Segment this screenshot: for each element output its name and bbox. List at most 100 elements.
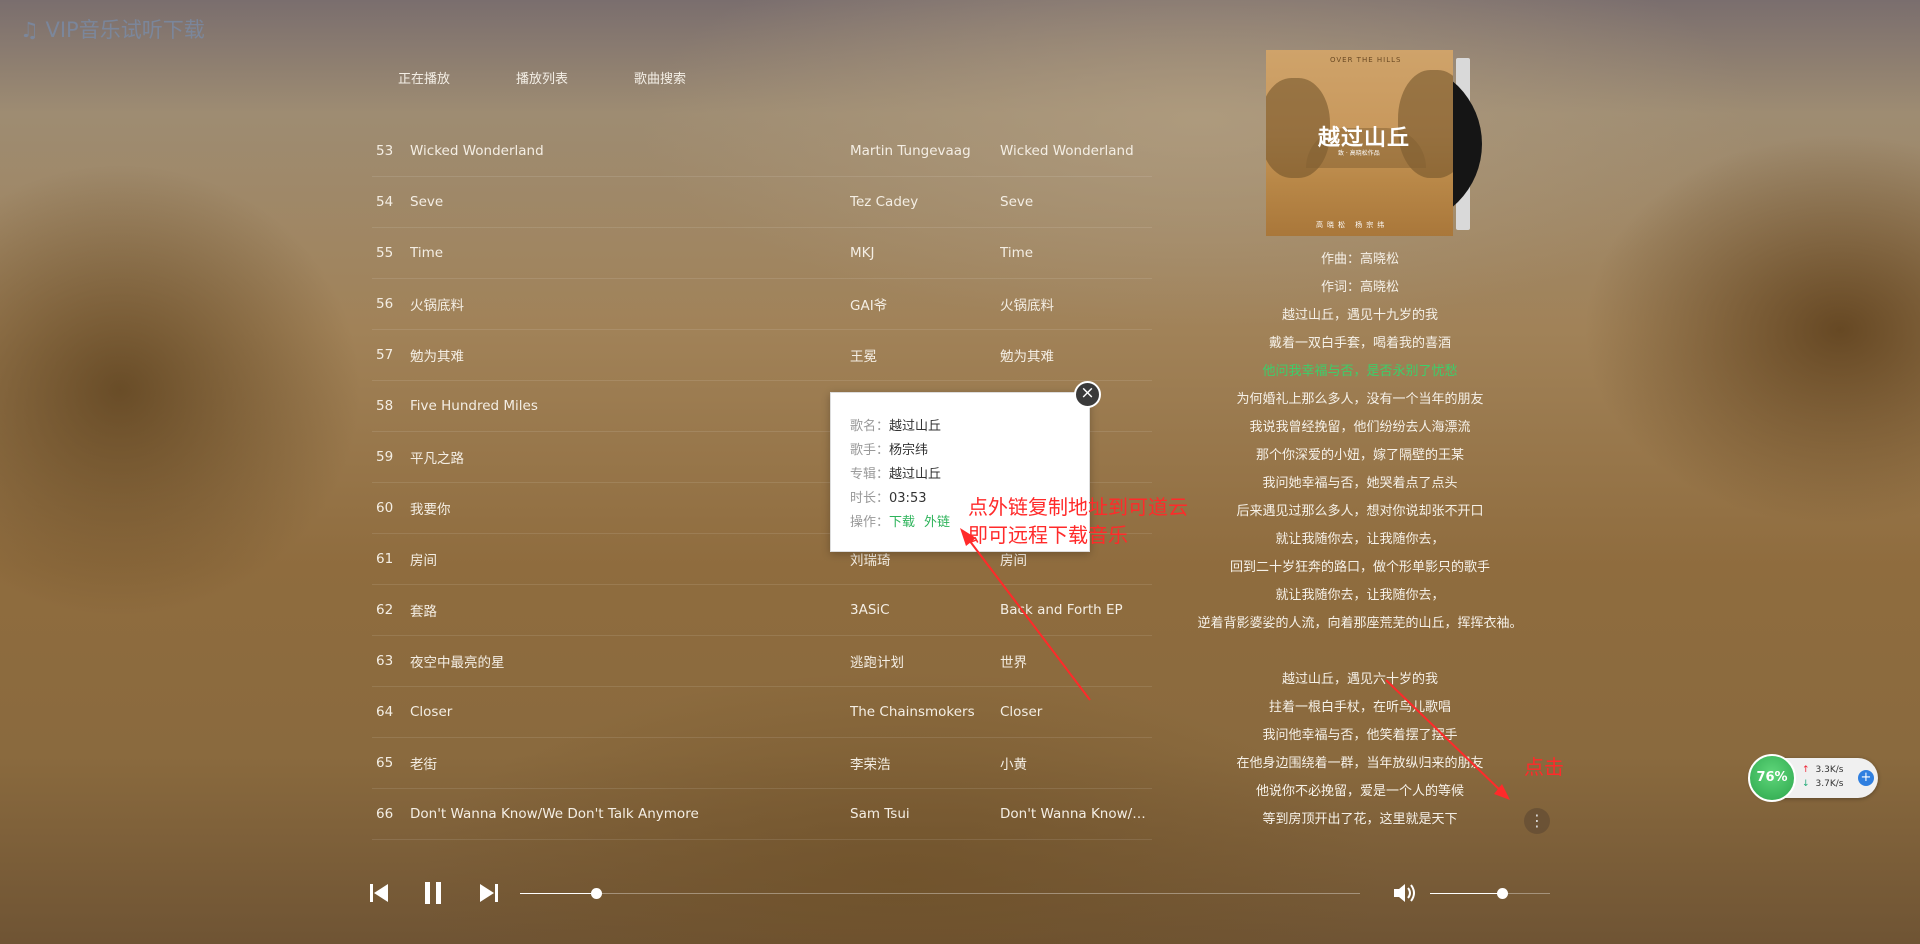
song-album: 世界: [1000, 655, 1027, 671]
song-row[interactable]: 63 夜空中最亮的星 逃跑计划 世界: [372, 636, 1152, 687]
progress-knob[interactable]: [590, 888, 602, 899]
song-artist: GAI爷: [850, 298, 888, 314]
song-number: 61: [376, 551, 394, 567]
song-row[interactable]: 57 勉为其难 王冕 勉为其难: [372, 330, 1152, 381]
volume-knob[interactable]: [1497, 888, 1508, 899]
song-artist: 3ASiC: [850, 602, 890, 618]
song-name: Wicked Wonderland: [410, 143, 544, 159]
artist-value: 杨宗纬: [889, 443, 929, 458]
upload-arrow-icon: ↑: [1802, 765, 1810, 775]
lyric-line: 他说你不必挽留，爱是一个人的等候: [1255, 784, 1464, 799]
song-row[interactable]: 66 Don't Wanna Know/We Don't Talk Anymore…: [372, 789, 1152, 840]
song-name: 勉为其难: [410, 349, 464, 365]
song-row[interactable]: 56 火锅底料 GAI爷 火锅底料: [372, 279, 1152, 330]
song-name: Time: [410, 245, 444, 261]
operations-label: 操作：: [850, 515, 890, 530]
song-row[interactable]: 64 Closer The Chainsmokers Closer: [372, 687, 1152, 738]
popup-close-button[interactable]: ×: [1074, 381, 1101, 408]
song-number: 55: [376, 245, 394, 261]
lyric-line: 就让我随你去，让我随你去，: [1275, 532, 1445, 547]
progress-bar[interactable]: [520, 888, 1360, 899]
lyric-line: 我说我曾经挽留，他们纷纷去人海漂流: [1249, 420, 1471, 435]
song-album: Time: [1000, 245, 1034, 261]
song-row[interactable]: 62 套路 3ASiC Back and Forth EP: [372, 585, 1152, 636]
duration-label: 时长：: [850, 491, 890, 506]
external-link[interactable]: 外链: [924, 515, 950, 530]
download-arrow-icon: ↓: [1802, 779, 1810, 789]
upload-speed: ↑ 3.3K/s: [1802, 765, 1843, 775]
pause-icon[interactable]: [422, 880, 444, 906]
download-link[interactable]: 下载: [889, 515, 915, 530]
volume-fill: [1430, 893, 1502, 894]
song-number: 62: [376, 602, 394, 618]
song-number: 57: [376, 347, 394, 363]
song-number: 64: [376, 704, 394, 720]
song-row[interactable]: 65 老街 李荣浩 小黄: [372, 738, 1152, 789]
lyric-line-active: 他问我幸福与否，是否永别了忧愁: [1262, 364, 1458, 379]
song-album: Seve: [1000, 194, 1034, 210]
tab-now-playing[interactable]: 正在播放: [398, 68, 450, 87]
speed-percent: 76%: [1748, 754, 1796, 802]
annotation-link-hint-2: 即可远程下载音乐: [968, 523, 1128, 547]
annotation-click-hint: 点击: [1524, 755, 1564, 779]
song-album: Closer: [1000, 704, 1043, 720]
progress-fill: [520, 893, 596, 894]
song-name: 套路: [410, 604, 437, 620]
popup-artist-line: 歌手：杨宗纬: [850, 439, 1089, 463]
song-row[interactable]: 55 Time MKJ Time: [372, 228, 1152, 279]
lyric-line: 作曲：高晓松: [1320, 252, 1399, 267]
song-name: 房间: [410, 553, 437, 569]
song-album: 房间: [1000, 553, 1027, 569]
song-row[interactable]: 54 Seve Tez Cadey Seve: [372, 177, 1152, 228]
song-number: 66: [376, 806, 394, 822]
album-value: 越过山丘: [889, 467, 942, 482]
lyric-line: 逆着背影婆娑的人流，向着那座荒芜的山丘，挥挥衣袖。: [1197, 616, 1523, 631]
cover-subtitle: 致 · 高晓松作品: [1338, 150, 1380, 157]
volume-slider[interactable]: [1430, 888, 1550, 899]
lyric-line: 那个你深爱的小妞，嫁了隔壁的王某: [1255, 448, 1464, 463]
lyric-line: 就让我随你去，让我随你去，: [1275, 588, 1445, 603]
more-options-button[interactable]: ⋮: [1524, 808, 1550, 834]
song-row[interactable]: 53 Wicked Wonderland Martin Tungevaag Wicke…: [372, 126, 1152, 177]
lyric-line: 在他身边围绕着一群，当年放纵归来的朋友: [1236, 756, 1484, 771]
song-album: Back and Forth EP: [1000, 602, 1123, 618]
song-number: 65: [376, 755, 394, 771]
volume-icon[interactable]: [1392, 882, 1418, 904]
album-cover: OVER THE HILLS 越过山丘 致 · 高晓松作品 高晓松 杨宗纬: [1266, 50, 1453, 236]
lyric-line: [1138, 638, 1582, 666]
song-artist: MKJ: [850, 245, 875, 261]
song-album: 小黄: [1000, 757, 1027, 773]
song-name: 平凡之路: [410, 451, 464, 467]
annotation-link-hint-1: 点外链复制地址到可道云: [968, 495, 1188, 519]
lyric-line: 我问她幸福与否，她哭着点了点头: [1262, 476, 1458, 491]
song-album: Don't Wanna Know/W...: [1000, 806, 1152, 822]
song-name: 我要你: [410, 502, 451, 518]
network-speed-widget[interactable]: 76% ↑ 3.3K/s ↓ 3.7K/s +: [1748, 754, 1878, 802]
song-number: 59: [376, 449, 394, 465]
previous-track-icon[interactable]: [368, 882, 390, 904]
song-number: 58: [376, 398, 394, 414]
tab-playlist[interactable]: 播放列表: [516, 68, 568, 87]
next-track-icon[interactable]: [478, 882, 500, 904]
popup-album-line: 专辑：越过山丘: [850, 463, 1089, 487]
upload-speed-value: 3.3K/s: [1815, 765, 1844, 775]
song-number: 63: [376, 653, 394, 669]
lyric-line: 越过山丘，遇见十九岁的我: [1281, 308, 1438, 323]
lyric-line: 等到房顶开出了花，这里就是天下: [1262, 812, 1458, 827]
song-number: 60: [376, 500, 394, 516]
lyric-line: 后来遇见过那么多人，想对你说却张不开口: [1236, 504, 1484, 519]
song-name-label: 歌名：: [850, 419, 890, 434]
artist-label: 歌手：: [850, 443, 890, 458]
lyric-line: 越过山丘，遇见六十岁的我: [1281, 672, 1438, 687]
song-artist: 刘瑞琦: [850, 553, 891, 569]
song-name: Closer: [410, 704, 453, 720]
album-art: OVER THE HILLS 越过山丘 致 · 高晓松作品 高晓松 杨宗纬: [1266, 50, 1482, 238]
tab-song-search[interactable]: 歌曲搜索: [634, 68, 686, 87]
song-name: Don't Wanna Know/We Don't Talk Anymore: [410, 806, 699, 822]
song-artist: Sam Tsui: [850, 806, 910, 822]
song-name: Five Hundred Miles: [410, 398, 538, 414]
plus-icon[interactable]: +: [1858, 770, 1874, 786]
song-name: 老街: [410, 757, 437, 773]
song-name: Seve: [410, 194, 444, 210]
cover-top-text: OVER THE HILLS: [1330, 56, 1402, 64]
